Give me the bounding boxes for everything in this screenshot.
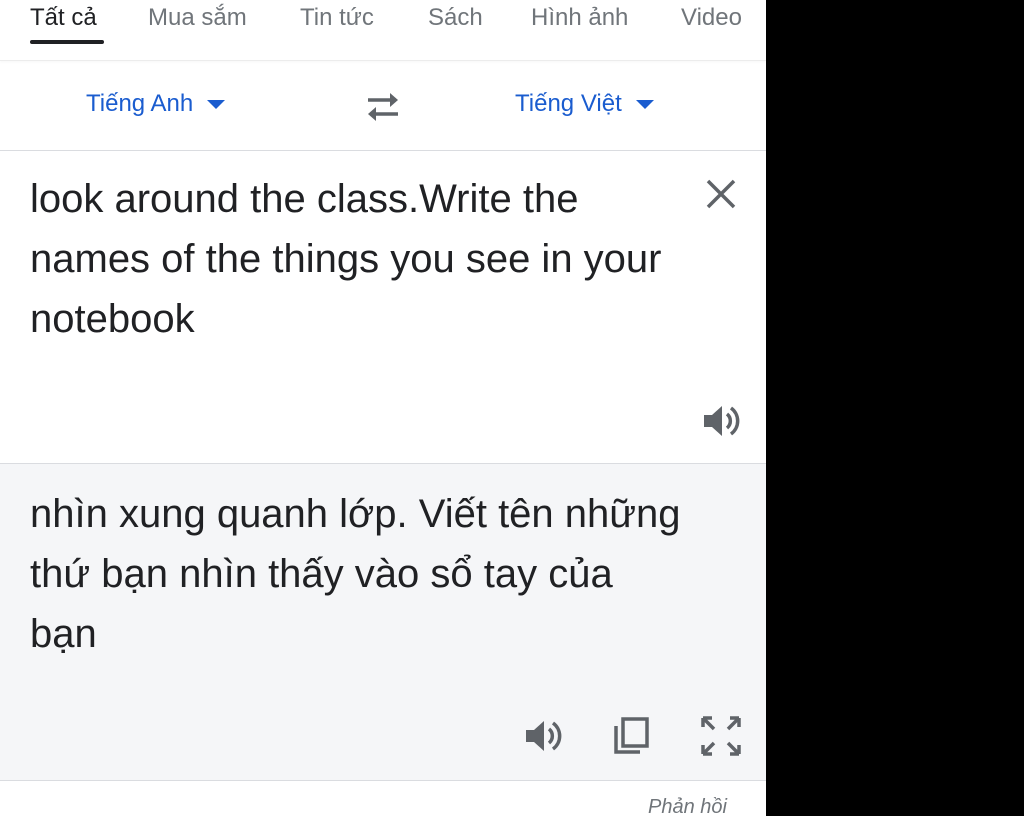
source-language-label: Tiếng Anh <box>86 90 194 117</box>
tab-books[interactable]: Sách <box>428 4 483 32</box>
source-text-area[interactable]: look around the class.Write the names of… <box>0 151 766 464</box>
language-bar: Tiếng Anh Tiếng Việt <box>0 60 766 151</box>
chevron-down-icon <box>207 100 226 110</box>
target-language-dropdown[interactable]: Tiếng Việt <box>515 90 654 118</box>
listen-source-button[interactable] <box>701 401 741 441</box>
fullscreen-icon <box>701 716 741 756</box>
clear-source-button[interactable] <box>703 176 739 212</box>
active-tab-indicator <box>30 40 104 44</box>
swap-languages-icon <box>368 93 398 121</box>
feedback-link[interactable]: Phản hồi <box>648 796 727 816</box>
copy-translation-button[interactable] <box>612 716 652 756</box>
tab-all[interactable]: Tất cả <box>30 4 97 32</box>
translate-panel: Tất cả Mua sắm Tin tức Sách Hình ảnh Vid… <box>0 0 766 816</box>
fullscreen-button[interactable] <box>701 716 741 756</box>
source-language-dropdown[interactable]: Tiếng Anh <box>86 90 226 118</box>
tab-news[interactable]: Tin tức <box>300 4 374 32</box>
tab-shopping[interactable]: Mua sắm <box>148 4 247 32</box>
search-tabs: Tất cả Mua sắm Tin tức Sách Hình ảnh Vid… <box>0 0 766 61</box>
tab-videos[interactable]: Video <box>681 4 742 32</box>
tab-images[interactable]: Hình ảnh <box>531 4 628 32</box>
speaker-icon <box>526 721 562 751</box>
target-language-label: Tiếng Việt <box>515 90 622 117</box>
source-text[interactable]: look around the class.Write the names of… <box>30 169 690 349</box>
chevron-down-icon <box>635 100 654 110</box>
translation-result: nhìn xung quanh lớp. Viết tên những thứ … <box>0 464 766 781</box>
translated-text: nhìn xung quanh lớp. Viết tên những thứ … <box>30 492 681 656</box>
close-icon <box>706 179 736 209</box>
speaker-icon <box>704 406 740 436</box>
copy-icon <box>614 717 649 754</box>
swap-languages-button[interactable] <box>362 90 404 124</box>
listen-translation-button[interactable] <box>523 716 563 756</box>
